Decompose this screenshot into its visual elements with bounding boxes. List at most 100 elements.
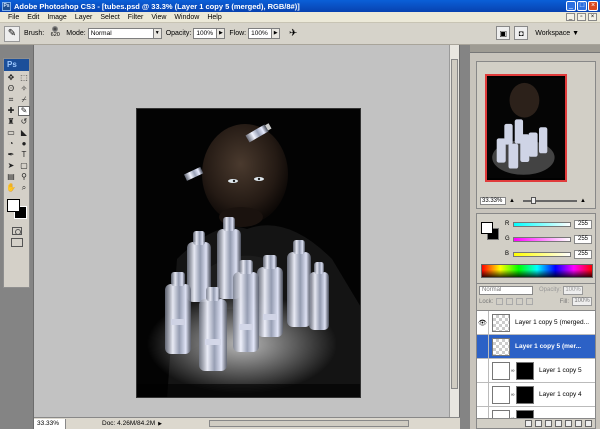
- doc-close-button[interactable]: ×: [588, 13, 597, 21]
- vertical-scrollbar[interactable]: [449, 45, 459, 417]
- lock-image-icon[interactable]: [506, 298, 514, 305]
- mask-link-icon[interactable]: ∞: [511, 368, 515, 374]
- doc-restore-button[interactable]: ▫: [577, 13, 586, 21]
- pen-tool-icon[interactable]: ✒: [5, 150, 17, 160]
- opacity-input[interactable]: 100%: [193, 28, 218, 39]
- crop-tool-icon[interactable]: ⌗: [5, 95, 17, 105]
- menu-file[interactable]: File: [4, 14, 23, 21]
- blue-slider[interactable]: [513, 251, 571, 257]
- canvas-area[interactable]: [34, 45, 450, 417]
- shape-tool-icon[interactable]: ▢: [18, 161, 30, 171]
- magic-wand-tool-icon[interactable]: ✧: [18, 84, 30, 94]
- layer-row[interactable]: ∞ Layer 1 copy 5: [477, 358, 595, 383]
- new-group-icon[interactable]: [565, 420, 572, 427]
- right-panel-dock: 33.33% ▲ ▲ R 255 G 255 B 255 Normal Opac…: [470, 45, 600, 429]
- path-selection-tool-icon[interactable]: ➤: [5, 161, 17, 171]
- red-value-input[interactable]: 255: [574, 219, 592, 229]
- visibility-eye-icon[interactable]: 👁: [477, 311, 489, 335]
- link-layers-icon[interactable]: [525, 420, 532, 427]
- palette-well-icon[interactable]: ▣: [496, 26, 511, 40]
- tool-bridge-icon[interactable]: ◘: [514, 26, 529, 40]
- navigator-slider-knob[interactable]: [530, 197, 536, 204]
- doc-minimize-button[interactable]: _: [566, 13, 575, 21]
- blur-tool-icon[interactable]: ◔: [5, 139, 17, 149]
- dodge-tool-icon[interactable]: ●: [18, 139, 30, 149]
- layer-row[interactable]: ∞ Layer 1 copy 4: [477, 382, 595, 407]
- trash-icon[interactable]: [585, 420, 592, 427]
- minimize-button[interactable]: _: [566, 1, 576, 11]
- brush-tool-preset-icon[interactable]: ✎: [4, 25, 20, 42]
- navigator-thumbnail[interactable]: [485, 74, 567, 182]
- eraser-tool-icon[interactable]: ▭: [5, 128, 17, 138]
- mode-dropdown-arrow[interactable]: ▼: [153, 28, 162, 39]
- color-spectrum-bar[interactable]: [481, 264, 593, 278]
- menu-window[interactable]: Window: [170, 14, 203, 21]
- eyedropper-tool-icon[interactable]: ⚲: [18, 172, 30, 182]
- menu-edit[interactable]: Edit: [23, 14, 43, 21]
- zoom-tool-icon[interactable]: ⌕: [18, 183, 30, 193]
- airbrush-icon[interactable]: ✈: [286, 27, 300, 41]
- menu-layer[interactable]: Layer: [71, 14, 97, 21]
- status-menu-arrow-icon[interactable]: ▶: [158, 421, 162, 427]
- quick-mask-icon[interactable]: [11, 227, 22, 235]
- layer-opacity-input[interactable]: 100%: [563, 285, 584, 295]
- mode-select[interactable]: Normal: [87, 28, 154, 39]
- layer-row-selected[interactable]: Layer 1 copy 5 (mer...: [477, 334, 595, 359]
- history-brush-tool-icon[interactable]: ↺: [18, 117, 30, 127]
- paint-bucket-tool-icon[interactable]: ◣: [18, 128, 30, 138]
- green-value-input[interactable]: 255: [574, 234, 592, 244]
- zoom-out-icon[interactable]: ▲: [509, 198, 515, 204]
- vertical-scroll-thumb[interactable]: [451, 59, 458, 389]
- flow-input[interactable]: 100%: [248, 28, 273, 39]
- screen-mode-icon[interactable]: [10, 238, 23, 247]
- green-slider[interactable]: [513, 236, 571, 242]
- type-tool-icon[interactable]: T: [18, 150, 30, 160]
- navigator-zoom-input[interactable]: 33.33%: [480, 197, 506, 205]
- zoom-in-icon[interactable]: ▲: [580, 198, 586, 204]
- fill-input[interactable]: 100%: [572, 297, 592, 306]
- menu-select[interactable]: Select: [96, 14, 123, 21]
- lasso-tool-icon[interactable]: ʘ: [5, 84, 17, 94]
- zoom-level-field[interactable]: 33.33%: [34, 418, 66, 429]
- flow-arrow[interactable]: ▶: [272, 28, 281, 39]
- menu-filter[interactable]: Filter: [124, 14, 148, 21]
- notes-tool-icon[interactable]: ▤: [5, 172, 17, 182]
- visibility-toggle[interactable]: [477, 382, 489, 407]
- color-panel-foreground-swatch[interactable]: [481, 222, 493, 234]
- maximize-button[interactable]: □: [577, 1, 587, 11]
- menu-view[interactable]: View: [147, 14, 170, 21]
- brush-tool-icon[interactable]: ✎: [18, 106, 30, 116]
- workspace-button[interactable]: Workspace ▼: [532, 30, 582, 37]
- blue-value-input[interactable]: 255: [574, 249, 592, 259]
- horizontal-scroll-thumb[interactable]: [209, 420, 409, 427]
- close-button[interactable]: ×: [588, 1, 598, 11]
- adjustment-layer-icon[interactable]: [555, 420, 562, 427]
- marquee-tool-icon[interactable]: ⬚: [18, 73, 30, 83]
- navigator-zoom-slider[interactable]: [522, 197, 577, 204]
- mask-link-icon[interactable]: ∞: [511, 392, 515, 398]
- menu-help[interactable]: Help: [203, 14, 225, 21]
- layer-blend-mode-select[interactable]: Normal: [479, 285, 533, 295]
- tubes-artwork[interactable]: [136, 108, 361, 398]
- lock-position-icon[interactable]: [516, 298, 524, 305]
- lock-transparent-icon[interactable]: [496, 298, 504, 305]
- red-slider[interactable]: [513, 221, 571, 227]
- menu-image[interactable]: Image: [43, 14, 70, 21]
- hand-tool-icon[interactable]: ✋: [5, 183, 17, 193]
- add-mask-icon[interactable]: [545, 420, 552, 427]
- healing-brush-tool-icon[interactable]: ✚: [5, 106, 17, 116]
- clone-stamp-tool-icon[interactable]: ♜: [5, 117, 17, 127]
- layer-mask-thumbnail[interactable]: [516, 361, 534, 380]
- foreground-color-swatch[interactable]: [7, 199, 20, 212]
- move-tool-icon[interactable]: ✥: [5, 73, 17, 83]
- new-layer-icon[interactable]: [575, 420, 582, 427]
- layer-mask-thumbnail[interactable]: [516, 385, 534, 404]
- slice-tool-icon[interactable]: ⌿: [18, 95, 30, 105]
- visibility-toggle[interactable]: [477, 358, 489, 383]
- layer-style-icon[interactable]: [535, 420, 542, 427]
- brush-preset-picker[interactable]: 620: [48, 25, 62, 43]
- layer-row[interactable]: 👁 Layer 1 copy 5 (merged...: [477, 311, 595, 335]
- opacity-arrow[interactable]: ▶: [217, 28, 226, 39]
- visibility-toggle[interactable]: [477, 334, 489, 359]
- lock-all-icon[interactable]: [526, 298, 534, 305]
